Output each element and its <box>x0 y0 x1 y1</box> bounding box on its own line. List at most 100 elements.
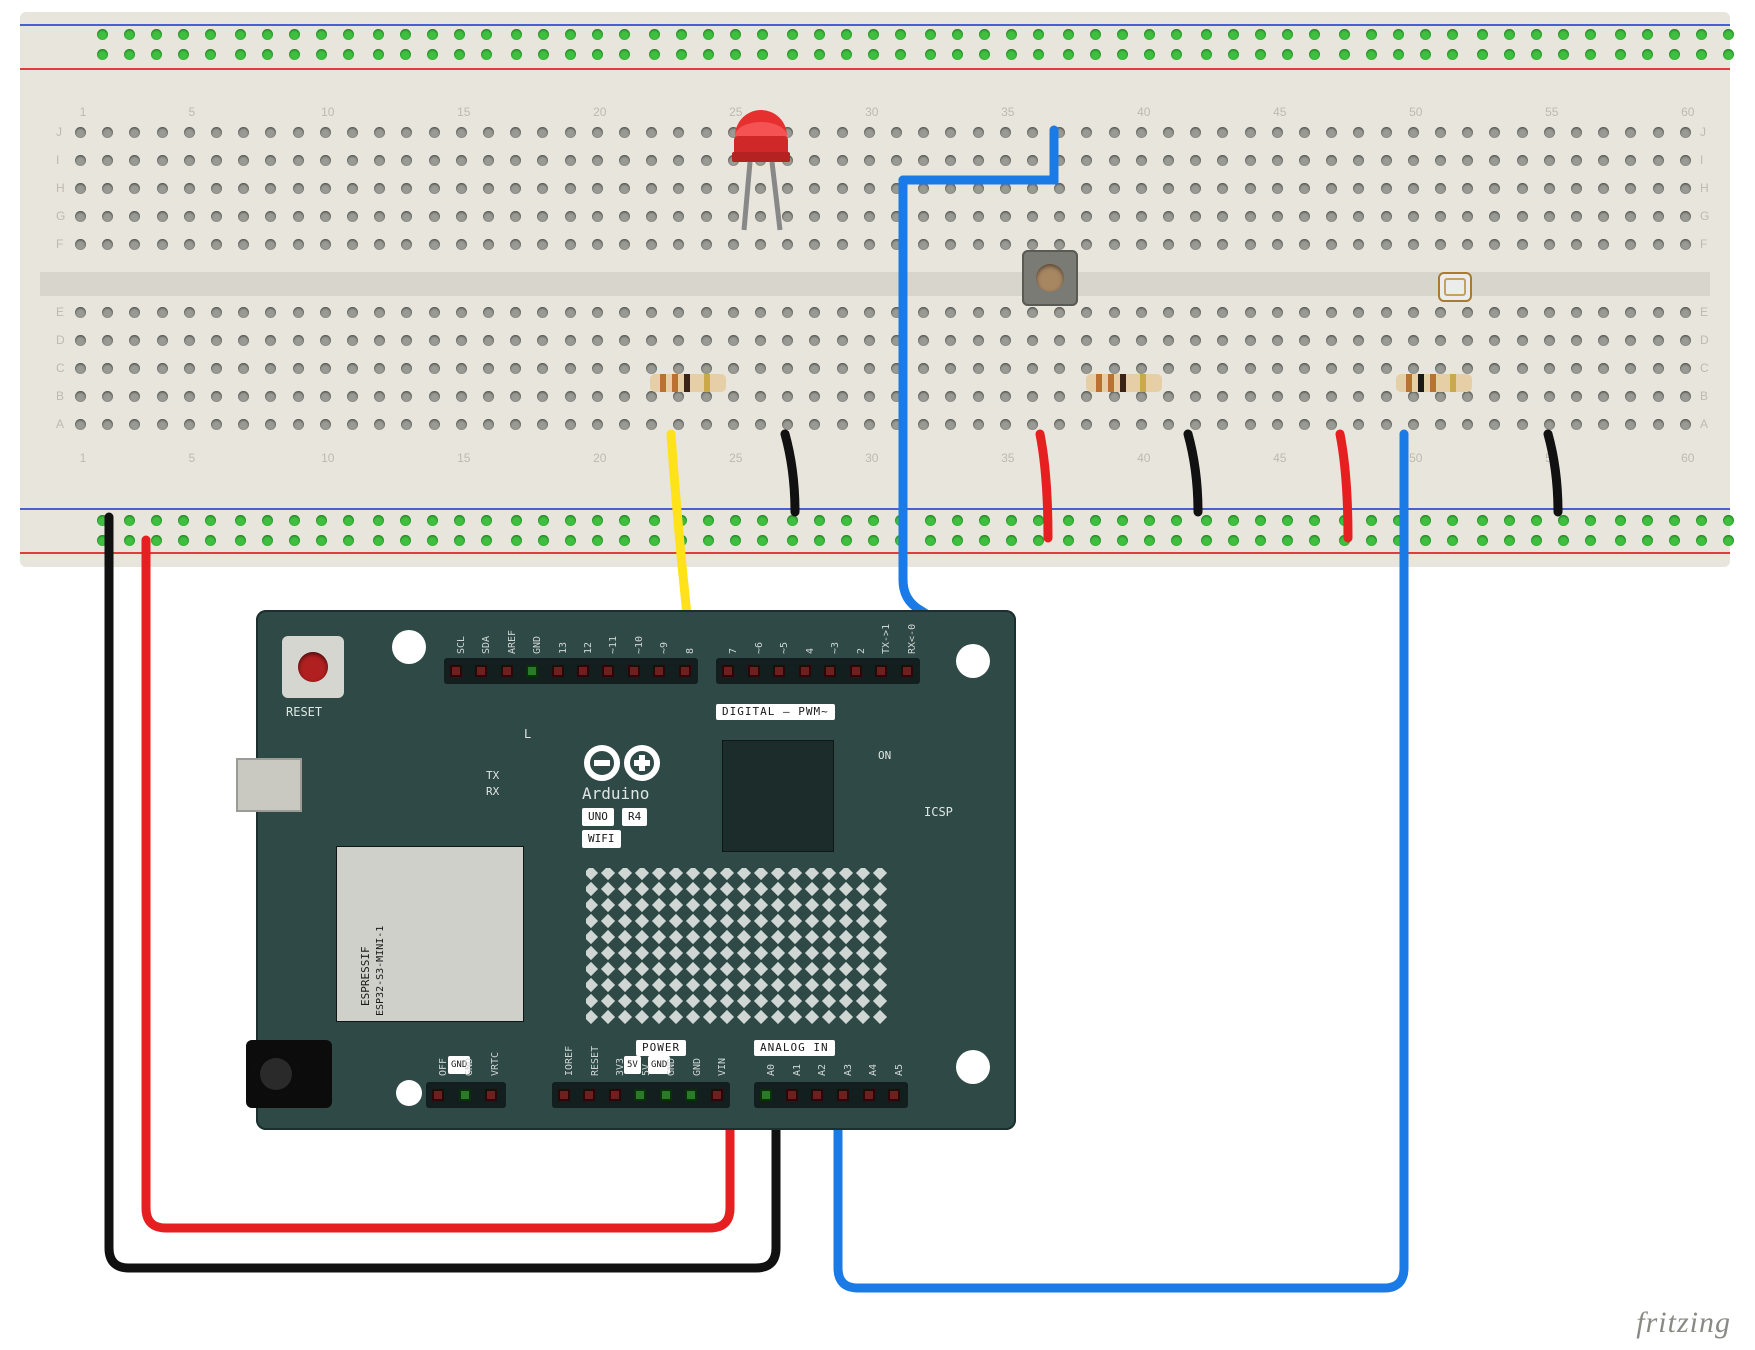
bb-hole <box>456 335 467 346</box>
bb-hole <box>1272 335 1283 346</box>
bb-hole <box>1381 211 1392 222</box>
bb-hole <box>701 307 712 318</box>
bb-hole <box>289 49 300 60</box>
usb-port <box>236 758 302 812</box>
pin-label: AREF <box>507 630 518 654</box>
bb-hole <box>1598 211 1609 222</box>
bb-hole <box>1081 183 1092 194</box>
bb-hole <box>427 515 438 526</box>
bb-hole <box>454 29 465 40</box>
bb-hole <box>646 211 657 222</box>
bb-hole <box>701 155 712 166</box>
bb-hole <box>1006 535 1017 546</box>
bb-hole <box>1381 239 1392 250</box>
bb-hole <box>1027 155 1038 166</box>
bb-col-number: 5 <box>177 106 207 118</box>
bb-hole <box>1299 239 1310 250</box>
bb-hole <box>1517 239 1528 250</box>
bb-col-number: 35 <box>993 106 1023 118</box>
bb-hole <box>235 515 246 526</box>
bb-hole <box>945 363 956 374</box>
bb-hole <box>373 49 384 60</box>
bb-hole <box>537 155 548 166</box>
bb-hole <box>1081 419 1092 430</box>
bb-hole <box>511 49 522 60</box>
bb-hole <box>1598 363 1609 374</box>
bb-hole <box>1063 535 1074 546</box>
bb-hole <box>1381 155 1392 166</box>
bb-hole <box>1571 363 1582 374</box>
fritzing-watermark: fritzing <box>1636 1308 1731 1338</box>
bb-hole <box>565 419 576 430</box>
bb-hole <box>1190 155 1201 166</box>
bb-hole <box>979 535 990 546</box>
bb-hole <box>782 335 793 346</box>
bb-hole <box>1366 49 1377 60</box>
bb-hole <box>918 155 929 166</box>
bb-hole <box>1201 49 1212 60</box>
bb-hole <box>1531 49 1542 60</box>
bb-hole <box>320 211 331 222</box>
bb-hole <box>945 391 956 402</box>
bb-hole <box>1117 515 1128 526</box>
bb-hole <box>1282 515 1293 526</box>
bb-hole <box>1136 239 1147 250</box>
bb-hole <box>809 211 820 222</box>
bb-hole <box>1680 335 1691 346</box>
bb-hole <box>1217 419 1228 430</box>
bb-hole <box>1063 515 1074 526</box>
bb-hole <box>809 239 820 250</box>
bb-hole <box>1585 535 1596 546</box>
bb-hole <box>293 127 304 138</box>
header-power-left <box>426 1082 506 1108</box>
bb-hole <box>841 515 852 526</box>
bb-hole <box>646 183 657 194</box>
bb-row-label: G <box>1700 210 1709 222</box>
bb-hole <box>565 535 576 546</box>
bb-hole <box>511 535 522 546</box>
bb-hole <box>238 335 249 346</box>
bb-hole <box>701 127 712 138</box>
bb-hole <box>787 535 798 546</box>
bb-hole <box>1517 155 1528 166</box>
bb-hole <box>1353 391 1364 402</box>
bb-hole <box>1435 127 1446 138</box>
bb-hole <box>1653 419 1664 430</box>
bb-hole <box>1435 391 1446 402</box>
bb-hole <box>814 535 825 546</box>
bb-hole <box>1680 127 1691 138</box>
bb-hole <box>1447 515 1458 526</box>
bb-hole <box>124 49 135 60</box>
bb-hole <box>1408 419 1419 430</box>
bb-hole <box>619 239 630 250</box>
bb-hole <box>1245 155 1256 166</box>
bb-hole <box>1299 155 1310 166</box>
bb-hole <box>320 307 331 318</box>
bb-hole <box>320 127 331 138</box>
bb-hole <box>673 239 684 250</box>
bb-hole <box>374 183 385 194</box>
bb-hole <box>1435 211 1446 222</box>
bb-hole <box>97 49 108 60</box>
bb-hole <box>97 535 108 546</box>
header-pin <box>501 665 513 677</box>
bb-hole <box>1090 29 1101 40</box>
bb-hole <box>1027 211 1038 222</box>
bb-col-number: 55 <box>1537 106 1567 118</box>
bb-hole <box>102 363 113 374</box>
bb-hole <box>1381 307 1392 318</box>
bb-hole <box>1420 29 1431 40</box>
bb-hole <box>537 239 548 250</box>
bb-hole <box>1245 239 1256 250</box>
bb-hole <box>157 211 168 222</box>
bb-hole <box>102 419 113 430</box>
pin-label: GND <box>666 1058 677 1076</box>
bb-hole <box>646 239 657 250</box>
bb-hole <box>157 239 168 250</box>
bb-hole <box>703 535 714 546</box>
bb-hole <box>1517 391 1528 402</box>
bb-hole <box>262 49 273 60</box>
bb-hole <box>1544 211 1555 222</box>
bb-hole <box>565 183 576 194</box>
bb-hole <box>129 363 140 374</box>
